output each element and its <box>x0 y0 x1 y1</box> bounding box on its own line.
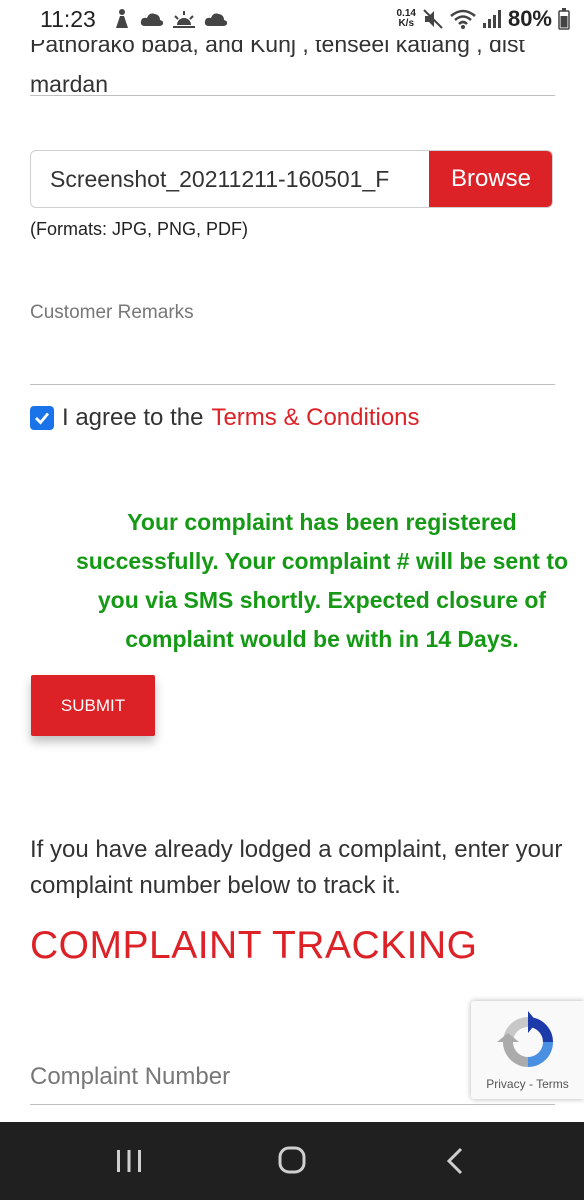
person-icon <box>116 9 128 28</box>
recaptcha-privacy-link[interactable]: Privacy <box>486 1077 525 1091</box>
mute-icon <box>423 9 443 29</box>
complaint-number-input[interactable]: Complaint Number <box>30 1063 230 1091</box>
signal-icon <box>482 10 501 28</box>
customer-remarks-input[interactable]: Customer Remarks <box>30 302 194 324</box>
back-icon[interactable] <box>444 1146 466 1176</box>
network-speed: 0.14 K/s <box>396 9 415 29</box>
check-icon <box>35 412 50 425</box>
tracking-intro: If you have already lodged a complaint, … <box>30 836 563 899</box>
terms-agreement: I agree to the Terms & Conditions <box>30 404 420 432</box>
recaptcha-icon <box>497 1011 553 1067</box>
browse-button[interactable]: Browse <box>429 151 552 207</box>
recaptcha-badge[interactable]: Privacy - Terms <box>471 1001 584 1099</box>
wifi-icon <box>450 9 476 29</box>
file-upload-field[interactable]: Screenshot_20211211-160501_F Browse <box>30 150 553 208</box>
status-system-icons: 0.14 K/s 80% <box>396 6 570 32</box>
tracking-title: COMPLAINT TRACKING <box>30 924 478 967</box>
battery-percent: 80% <box>507 6 552 31</box>
submit-button[interactable]: SUBMIT <box>31 675 155 736</box>
complaint-number-underline <box>30 1104 555 1105</box>
home-icon[interactable] <box>278 1146 306 1174</box>
formats-hint: (Formats: JPG, PNG, PDF) <box>30 219 249 239</box>
recaptcha-links: Privacy - Terms <box>471 1077 584 1091</box>
agree-label: I agree to the <box>62 404 204 431</box>
sunrise-icon <box>173 11 195 28</box>
battery-icon <box>558 8 570 30</box>
recaptcha-terms-link[interactable]: Terms <box>536 1077 569 1091</box>
network-speed-unit: K/s <box>398 18 414 29</box>
status-bar: 11:23 0.14 K/s 80% <box>0 0 584 40</box>
cloud-icon <box>140 13 164 26</box>
navigation-bar <box>0 1122 584 1200</box>
remarks-underline <box>30 384 555 385</box>
success-message: Your complaint has been registered succe… <box>75 509 569 652</box>
recents-icon[interactable] <box>115 1148 143 1174</box>
address-underline <box>30 95 555 96</box>
file-name-input[interactable]: Screenshot_20211211-160501_F <box>31 151 429 207</box>
agree-checkbox[interactable] <box>30 406 54 430</box>
cloud-icon <box>204 13 228 26</box>
page: Pathorako baba, and Kunj , tenseel katla… <box>0 0 584 1200</box>
status-time: 11:23 <box>40 6 96 32</box>
terms-conditions-link[interactable]: Terms & Conditions <box>211 404 419 432</box>
status-notification-icons <box>112 8 228 30</box>
recaptcha-separator: - <box>528 1077 533 1091</box>
